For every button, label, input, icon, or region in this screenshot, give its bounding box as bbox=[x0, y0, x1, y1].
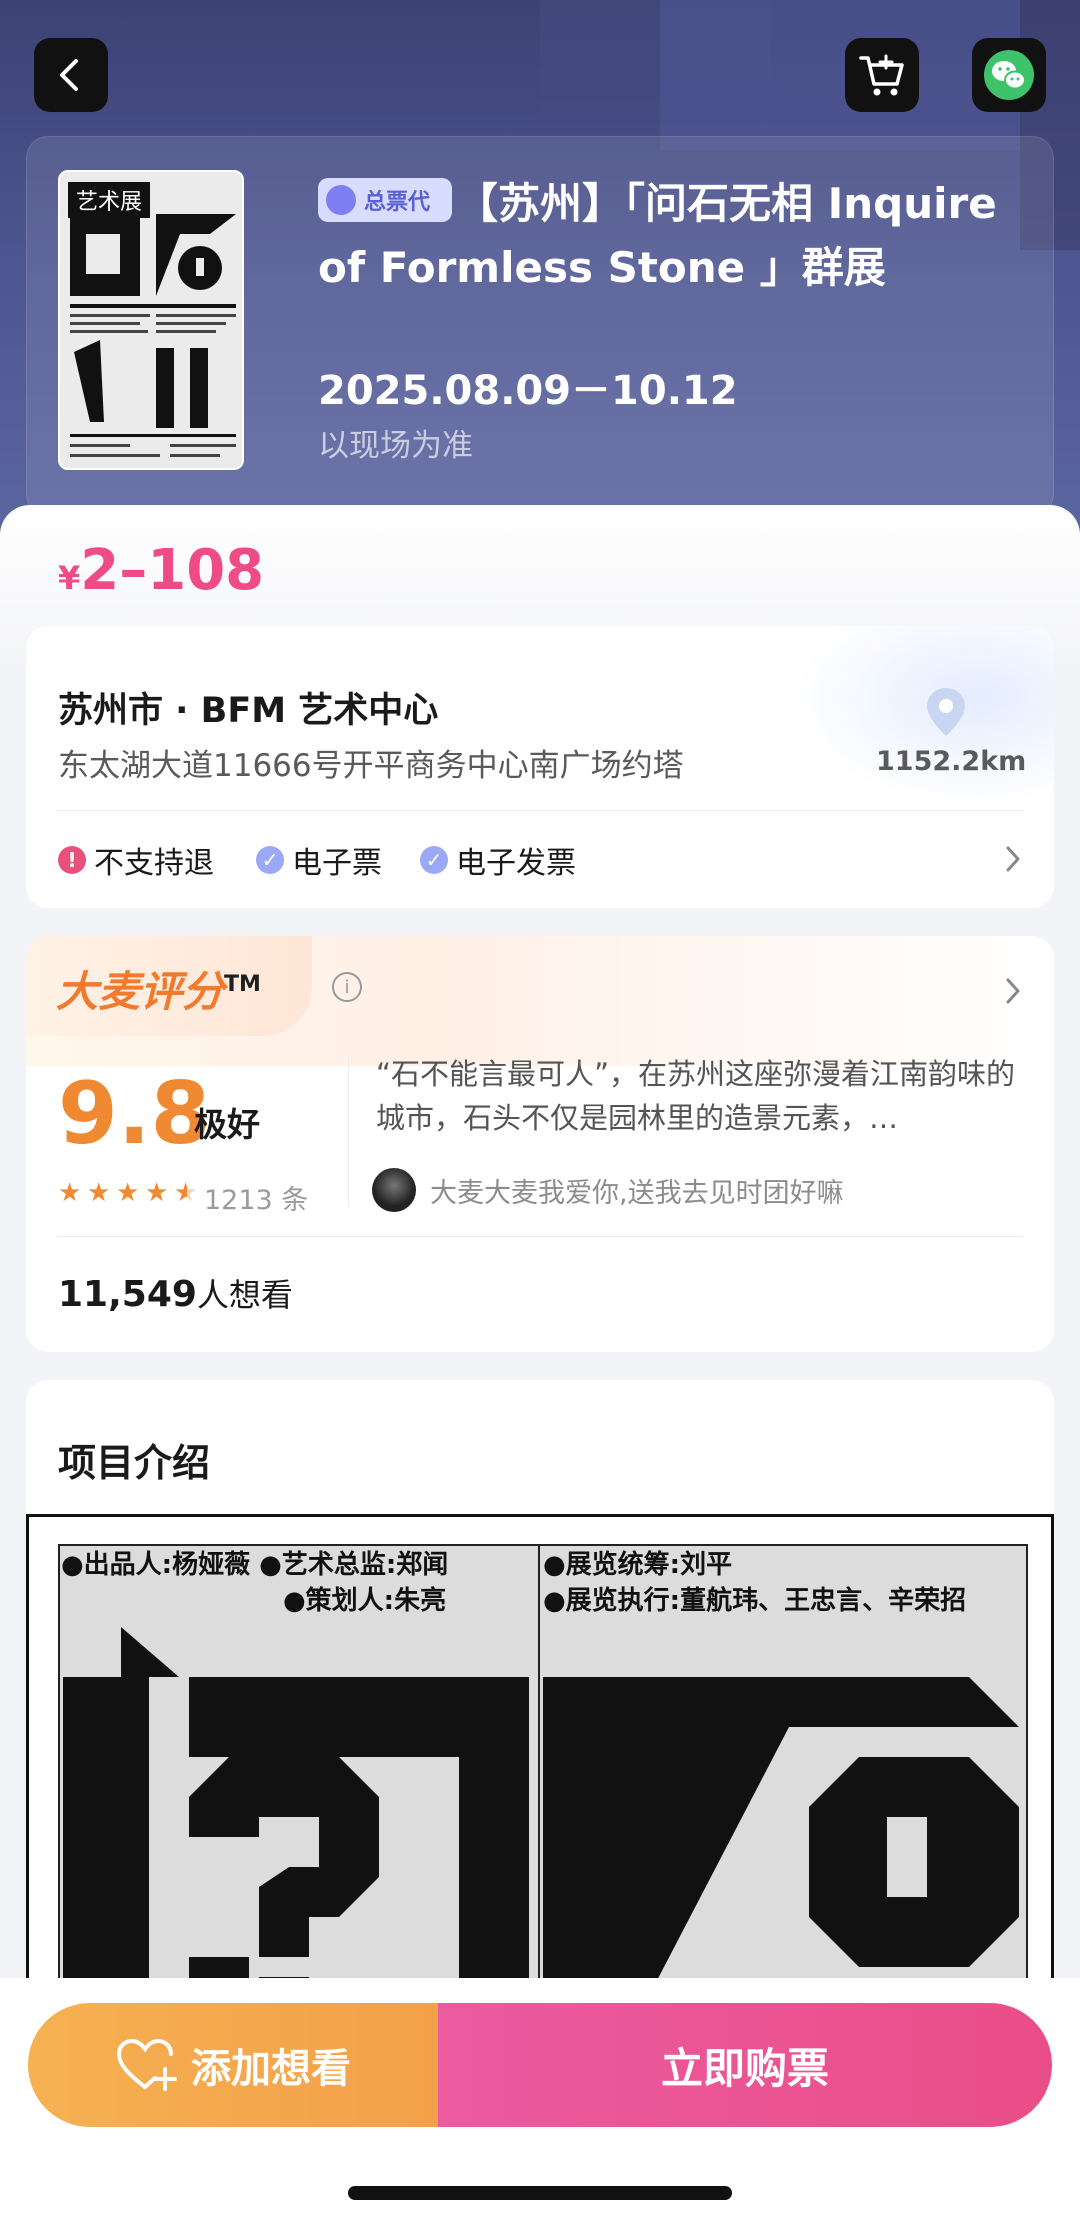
credits-line: ●出品人:杨娅薇 ●艺术总监:郑闻 bbox=[61, 1550, 448, 1580]
venue-name: 苏州市 · BFM 艺术中心 bbox=[58, 691, 439, 731]
wants-number: 11,549 bbox=[58, 1274, 197, 1315]
venue-address: 东太湖大道11666号开平商务中心南广场约塔 bbox=[58, 748, 684, 784]
event-date: 2025.08.09－10.12 bbox=[318, 368, 738, 414]
wechat-icon bbox=[984, 50, 1034, 100]
damai-rating-logo: 大麦评分TM bbox=[26, 936, 312, 1036]
brand-text: 大麦评分 bbox=[56, 967, 225, 1016]
credits-line: ●展览统筹:刘平 bbox=[543, 1549, 732, 1580]
divider bbox=[58, 1236, 1022, 1237]
exclamation-icon: ! bbox=[58, 846, 86, 874]
avatar bbox=[372, 1168, 416, 1212]
cart-button[interactable] bbox=[845, 38, 919, 112]
reviewer: 大麦大麦我爱你,送我去见时团好嘛 bbox=[372, 1168, 844, 1212]
credits-line: ●策划人:朱亮 bbox=[283, 1585, 446, 1616]
add-want-button[interactable]: 添加想看 bbox=[28, 2003, 438, 2127]
chevron-right-icon[interactable] bbox=[1002, 844, 1024, 874]
wants-count: 11,549人想看 bbox=[58, 1270, 293, 1316]
event-date-note: 以现场为准 bbox=[318, 428, 473, 464]
event-poster[interactable]: 艺术展 bbox=[58, 170, 244, 470]
wechat-share-button[interactable] bbox=[972, 38, 1046, 112]
feature-e-invoice: ✓ 电子发票 bbox=[420, 838, 576, 882]
home-indicator bbox=[348, 2186, 732, 2200]
currency-symbol: ¥ bbox=[58, 559, 81, 597]
feature-label: 电子票 bbox=[292, 846, 382, 881]
feature-label: 不支持退 bbox=[94, 846, 214, 881]
rating-word: 极好 bbox=[194, 1105, 260, 1144]
review-count: 1213 条 bbox=[204, 1185, 309, 1216]
heart-plus-icon bbox=[116, 2038, 177, 2091]
info-icon[interactable]: i bbox=[332, 972, 362, 1002]
divider bbox=[58, 810, 1022, 811]
back-button[interactable] bbox=[34, 38, 108, 112]
rating-card[interactable]: 大麦评分TM i 9.8 极好 ★ ★ ★ ★ ★ 1213 条 “石不能言最可… bbox=[26, 936, 1054, 1352]
price-value: 2–108 bbox=[80, 538, 265, 603]
divider bbox=[348, 1056, 349, 1206]
buy-ticket-button[interactable]: 立即购票 bbox=[438, 2003, 1052, 2127]
venue-card[interactable]: 苏州市 · BFM 艺术中心 东太湖大道11666号开平商务中心南广场约塔 11… bbox=[26, 626, 1054, 908]
venue-distance: 1152.2km bbox=[876, 746, 1027, 777]
buy-label: 立即购票 bbox=[660, 2043, 829, 2093]
feature-e-ticket: ✓ 电子票 bbox=[256, 838, 382, 882]
check-icon: ✓ bbox=[420, 846, 448, 874]
wants-label: 人想看 bbox=[196, 1276, 293, 1314]
brand-tm: TM bbox=[224, 972, 261, 997]
intro-title: 项目介绍 bbox=[58, 1441, 211, 1485]
star-icon: ★ bbox=[145, 1178, 169, 1208]
review-quote[interactable]: “石不能言最可人”，在苏州这座弥漫着江南韵味的城市，石头不仅是园林里的造景元素，… bbox=[376, 1052, 1016, 1140]
rating-brand: 大麦评分TM bbox=[56, 958, 261, 1019]
star-icon: ★ bbox=[87, 1178, 111, 1208]
rating-score: 9.8 bbox=[58, 1064, 211, 1164]
chevron-right-icon[interactable] bbox=[1002, 976, 1024, 1006]
feature-no-refund: ! 不支持退 bbox=[58, 838, 214, 882]
location-pin-icon[interactable] bbox=[924, 686, 968, 738]
hero-backdrop bbox=[660, 0, 1020, 150]
star-rating: ★ ★ ★ ★ ★ bbox=[58, 1180, 203, 1206]
check-icon: ✓ bbox=[256, 846, 284, 874]
star-icon: ★ bbox=[58, 1178, 82, 1208]
cart-icon bbox=[859, 54, 904, 96]
want-label: 添加想看 bbox=[191, 2046, 351, 2092]
event-title: 【苏州】「问石无相 Inquire of Formless Stone 」群展 bbox=[318, 179, 997, 292]
half-star-icon: ★ bbox=[174, 1180, 200, 1206]
poster-tag: 艺术展 bbox=[68, 182, 151, 218]
feature-label: 电子发票 bbox=[456, 846, 576, 881]
reviewer-name: 大麦大麦我爱你,送我去见时团好嘛 bbox=[430, 1177, 844, 1209]
chevron-left-icon bbox=[60, 59, 78, 91]
price-range: ¥2–108 bbox=[58, 538, 264, 603]
credits-line: ●展览执行:董航玮、王忠言、辛荣招 bbox=[543, 1585, 966, 1616]
star-icon: ★ bbox=[116, 1178, 140, 1208]
